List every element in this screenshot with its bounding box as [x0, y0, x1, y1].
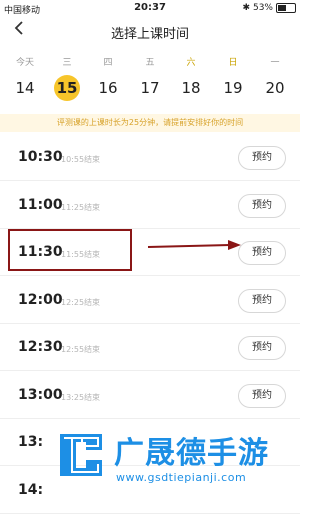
row-divider [0, 275, 300, 276]
slot-start-time: 13: [18, 434, 44, 450]
weekday-label: 日 [228, 58, 238, 68]
weekday-label: 六 [186, 58, 196, 68]
date-number: 20 [265, 79, 285, 97]
book-button[interactable]: 预约 [238, 193, 286, 218]
bluetooth-icon: ✱ [242, 3, 250, 13]
header: 选择上课时间 [0, 17, 300, 45]
date-number: 18 [181, 79, 201, 97]
watermark: 广晟德手游 www.gsdtiepianji.com [52, 426, 298, 494]
slot-start-time: 12:00 [18, 291, 63, 308]
date-number: 16 [98, 79, 118, 97]
slot-end-time: 11:25结束 [61, 202, 101, 212]
status-bar: 中国移动 20:37 ✱ 53% [0, 0, 300, 16]
slot-start-time: 14: [18, 481, 44, 498]
date-cell[interactable]: 20 [258, 74, 292, 102]
weekday-label: 三 [62, 58, 72, 68]
time-slot-row: 12:30 12:55结束 预约 [0, 325, 300, 371]
date-cell[interactable]: 19 [216, 74, 250, 102]
battery-label: 53% [252, 3, 273, 13]
date-row: 14 15 16 17 18 19 20 [0, 74, 300, 102]
battery-icon [276, 3, 296, 13]
date-cell[interactable]: 14 [8, 74, 42, 102]
status-icons: ✱ 53% [242, 3, 296, 13]
slot-end-time: 12:25结束 [61, 297, 101, 307]
row-divider [0, 322, 300, 324]
row-divider [0, 512, 300, 514]
book-button[interactable]: 预约 [238, 288, 286, 313]
duration-notice: 评测课的上课时长为25分钟，请提前安排好你的时间 [0, 114, 300, 132]
weekday-label: 今天 [15, 58, 34, 68]
slot-start-time: 13:00 [18, 386, 63, 403]
weekday-row: 今天 三 四 五 六 日 一 [0, 55, 300, 68]
annotation-highlight-box [8, 229, 132, 271]
book-button[interactable]: 预约 [238, 241, 286, 265]
time-slot-row: 12:00 12:25结束 预约 [0, 278, 300, 324]
date-cell[interactable]: 17 [133, 74, 167, 102]
row-divider [0, 417, 300, 419]
weekday-label: 五 [145, 58, 155, 68]
date-cell[interactable]: 16 [91, 74, 125, 102]
date-number: 19 [223, 79, 243, 97]
date-number: 14 [15, 79, 35, 97]
date-cell[interactable]: 15 [50, 74, 84, 101]
selected-date: 15 [54, 75, 80, 101]
page-title: 选择上课时间 [110, 27, 189, 42]
watermark-brand: 广晟德手游 [114, 436, 269, 471]
time-slot-row: 10:30 10:55结束 预约 [0, 135, 300, 181]
date-cell[interactable]: 18 [174, 74, 208, 102]
slot-end-time: 13:25结束 [61, 392, 101, 402]
watermark-url: www.gsdtiepianji.com [116, 471, 247, 484]
time-slot-row: 11:00 11:25结束 预约 [0, 183, 300, 229]
book-button[interactable]: 预约 [238, 146, 286, 170]
slot-start-time: 12:30 [18, 339, 63, 355]
annotation-arrow [147, 240, 241, 250]
row-divider [0, 370, 300, 371]
row-divider [0, 180, 300, 181]
weekday-label: 四 [103, 58, 113, 68]
slot-start-time: 11:00 [18, 196, 63, 213]
book-button[interactable]: 预约 [238, 383, 286, 408]
slot-start-time: 10:30 [18, 149, 63, 165]
logo-icon [60, 434, 102, 476]
slot-end-time: 10:55结束 [61, 155, 101, 164]
slot-end-time: 12:55结束 [61, 345, 101, 354]
date-number: 17 [140, 79, 160, 97]
book-button[interactable]: 预约 [238, 336, 286, 360]
time-slot-row: 13:00 13:25结束 预约 [0, 373, 300, 419]
weekday-label: 一 [270, 58, 280, 68]
